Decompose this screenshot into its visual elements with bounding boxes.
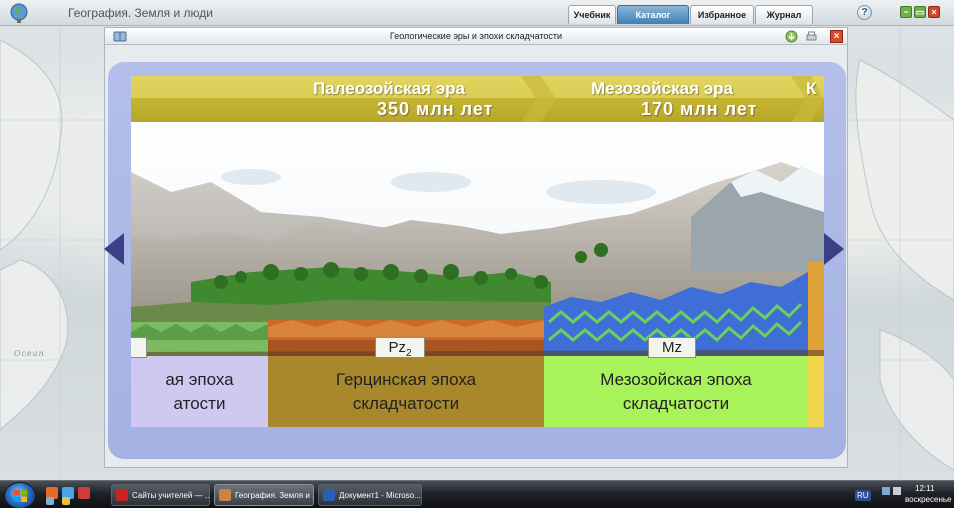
code-pz2-sub: 2 xyxy=(405,348,412,359)
code-pz2-main: Pz xyxy=(388,339,406,356)
windows-logo-icon xyxy=(14,490,27,502)
dialog-title: Геологические эры и эпохи складчатости xyxy=(389,31,563,41)
code-label-previous xyxy=(131,337,147,358)
restore-button[interactable]: ▭ xyxy=(914,6,926,18)
epoch-previous-text: ая эпоха атости xyxy=(165,369,234,413)
clock-time[interactable]: 12:11 xyxy=(915,484,934,493)
epoch-block-mesozoic: Мезозойская эпоха складчатости xyxy=(544,356,808,427)
download-icon[interactable] xyxy=(785,30,798,43)
network-icon xyxy=(882,487,890,495)
show-desktop-icon[interactable] xyxy=(46,497,54,505)
era-mesozoic-name: Мезозойская эра xyxy=(591,79,733,98)
tab-uchebnik[interactable]: Учебник xyxy=(568,5,616,24)
nav-tabs: Учебник Каталог Избранное Журнал xyxy=(568,5,814,24)
geologic-scene: Палеозойская эра 350 млн лет Мезозойская… xyxy=(131,76,824,427)
dialog-close-button[interactable]: × xyxy=(830,30,843,43)
app-icon xyxy=(219,489,231,501)
language-indicator[interactable]: RU xyxy=(855,490,871,501)
taskbar-item-label: Документ1 - Microso... xyxy=(339,490,421,500)
epoch-block-hercynian: Герцинская эпоха складчатости xyxy=(268,356,544,427)
opera-quick-icon[interactable] xyxy=(78,487,90,499)
prev-arrow-icon[interactable] xyxy=(104,233,124,265)
ocean-label: Ocean xyxy=(14,349,45,358)
epoch-block-previous: ая эпоха атости xyxy=(131,356,268,427)
era-paleozoic-years: 350 млн лет xyxy=(377,99,494,119)
close-button[interactable]: × xyxy=(928,6,940,18)
clock-day: воскресенье xyxy=(905,495,952,504)
taskbar-item-opera[interactable]: Сайты учителей — ... xyxy=(111,484,210,506)
help-icon[interactable]: ? xyxy=(857,5,872,20)
print-icon[interactable] xyxy=(805,30,818,43)
code-label-mz: Mz xyxy=(648,337,696,358)
era-mesozoic-years: 170 млн лет xyxy=(641,99,758,119)
volume-icon xyxy=(893,487,901,495)
taskbar-item-geography[interactable]: География. Земля и ... xyxy=(214,484,314,506)
next-arrow-icon[interactable] xyxy=(824,233,844,265)
minimize-button[interactable]: − xyxy=(900,6,912,18)
era-strip: Палеозойская эра 350 млн лет Мезозойская… xyxy=(131,76,824,122)
tab-katalog[interactable]: Каталог xyxy=(617,5,689,24)
dialog-header: Геологические эры и эпохи складчатости × xyxy=(105,28,847,45)
tab-izbrannoe[interactable]: Избранное xyxy=(690,5,754,24)
tab-zhurnal[interactable]: Журнал xyxy=(755,5,813,24)
app-title: География. Земля и люди xyxy=(68,6,213,20)
epoch-block-next xyxy=(808,356,824,427)
system-tray: RU xyxy=(855,485,871,503)
app-header: География. Земля и люди Учебник Каталог … xyxy=(0,0,954,26)
explorer-icon[interactable] xyxy=(62,497,70,505)
word-icon xyxy=(323,489,335,501)
start-button[interactable] xyxy=(4,482,36,508)
epoch-hercynian-text: Герцинская эпоха складчатости xyxy=(335,369,477,413)
era-paleozoic-name: Палеозойская эра xyxy=(313,79,466,98)
taskbar-item-label: География. Земля и ... xyxy=(235,490,314,500)
taskbar: Сайты учителей — ... География. Земля и … xyxy=(0,480,954,508)
taskbar-item-word[interactable]: Документ1 - Microso... xyxy=(318,484,422,506)
globe-icon[interactable] xyxy=(8,2,30,24)
epoch-mesozoic-text: Мезозойская эпоха складчатости xyxy=(600,369,752,413)
opera-icon xyxy=(116,489,128,501)
code-label-pz2: Pz2 xyxy=(375,337,425,359)
taskbar-item-label: Сайты учителей — ... xyxy=(132,490,210,500)
landscape-illustration xyxy=(131,122,824,357)
era-next-name: К xyxy=(806,79,817,98)
